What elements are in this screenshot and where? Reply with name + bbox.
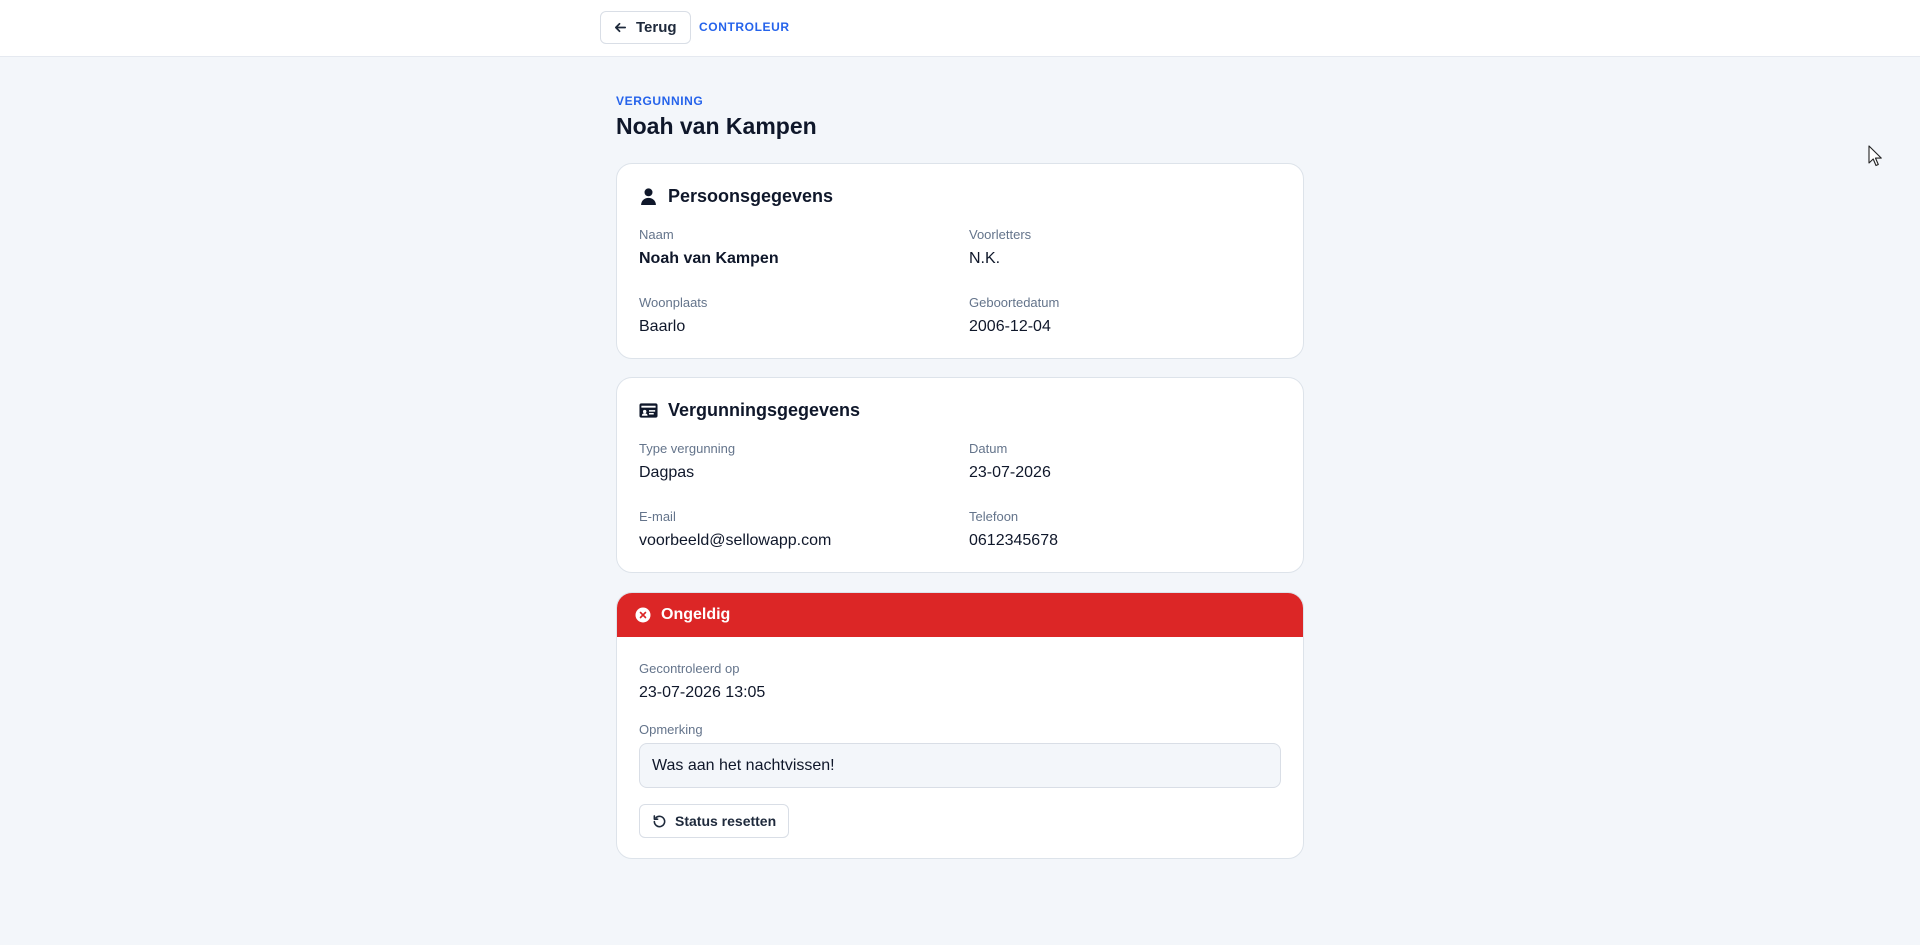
field-label: Woonplaats <box>639 295 708 310</box>
back-button[interactable]: Terug <box>600 11 691 44</box>
field-email: E-mail voorbeeld@sellowapp.com <box>639 509 831 550</box>
field-residence: Woonplaats Baarlo <box>639 295 707 336</box>
page-title: Noah van Kampen <box>616 113 817 139</box>
field-permit-type: Type vergunning Dagpas <box>639 441 735 482</box>
personal-card: Persoonsgegevens Naam Noah van Kampen Vo… <box>616 163 1304 359</box>
field-label: Datum <box>969 441 1008 456</box>
status-banner: Ongeldig <box>617 593 1303 637</box>
field-date: Datum 23-07-2026 <box>969 441 1051 482</box>
field-checked-at: Gecontroleerd op 23-07-2026 13:05 <box>639 661 765 702</box>
field-value: N.K. <box>969 250 1001 267</box>
field-label: Opmerking <box>639 722 703 737</box>
mouse-cursor-icon <box>1868 145 1882 167</box>
field-value: 23-07-2026 13:05 <box>639 684 766 701</box>
field-initials: Voorletters N.K. <box>969 227 1031 268</box>
field-birthdate: Geboortedatum 2006-12-04 <box>969 295 1059 336</box>
permit-card-header: Vergunningsgegevens <box>639 400 860 421</box>
field-value: 2006-12-04 <box>969 318 1051 335</box>
person-icon <box>641 188 656 206</box>
rotate-ccw-icon <box>653 814 666 827</box>
status-label: Ongeldig <box>661 606 731 623</box>
role-label: CONTROLEUR <box>699 20 790 34</box>
field-value: Dagpas <box>639 464 695 481</box>
field-value: 0612345678 <box>969 532 1058 549</box>
field-label: Naam <box>639 227 674 242</box>
reset-button-label: Status resetten <box>675 813 777 829</box>
field-label: Geboortedatum <box>969 295 1060 310</box>
field-value: Noah van Kampen <box>639 250 779 267</box>
personal-card-header: Persoonsgegevens <box>639 186 833 207</box>
field-name: Naam Noah van Kampen <box>639 227 779 268</box>
field-value: voorbeeld@sellowapp.com <box>639 532 832 549</box>
field-label: Telefoon <box>969 509 1019 524</box>
back-button-label: Terug <box>636 19 677 36</box>
field-value: Baarlo <box>639 318 686 335</box>
field-remark-label: Opmerking <box>639 722 703 737</box>
field-label: Type vergunning <box>639 441 736 456</box>
status-card: Ongeldig Gecontroleerd op 23-07-2026 13:… <box>616 592 1304 859</box>
remark-box: Was aan het nachtvissen! <box>639 743 1281 788</box>
field-phone: Telefoon 0612345678 <box>969 509 1058 550</box>
permit-card: Vergunningsgegevens Type vergunning Dagp… <box>616 377 1304 573</box>
field-label: E-mail <box>639 509 676 524</box>
field-label: Voorletters <box>969 227 1032 242</box>
page-eyebrow: VERGUNNING <box>616 94 704 108</box>
reset-status-button[interactable]: Status resetten <box>639 804 790 838</box>
personal-card-title: Persoonsgegevens <box>668 186 834 206</box>
id-card-icon <box>639 403 658 418</box>
top-bar: Terug CONTROLEUR <box>0 0 1920 57</box>
field-value: 23-07-2026 <box>969 464 1051 481</box>
arrow-left-icon <box>614 22 627 33</box>
permit-card-title: Vergunningsgegevens <box>668 400 861 420</box>
x-circle-icon <box>635 607 651 623</box>
field-label: Gecontroleerd op <box>639 661 740 676</box>
